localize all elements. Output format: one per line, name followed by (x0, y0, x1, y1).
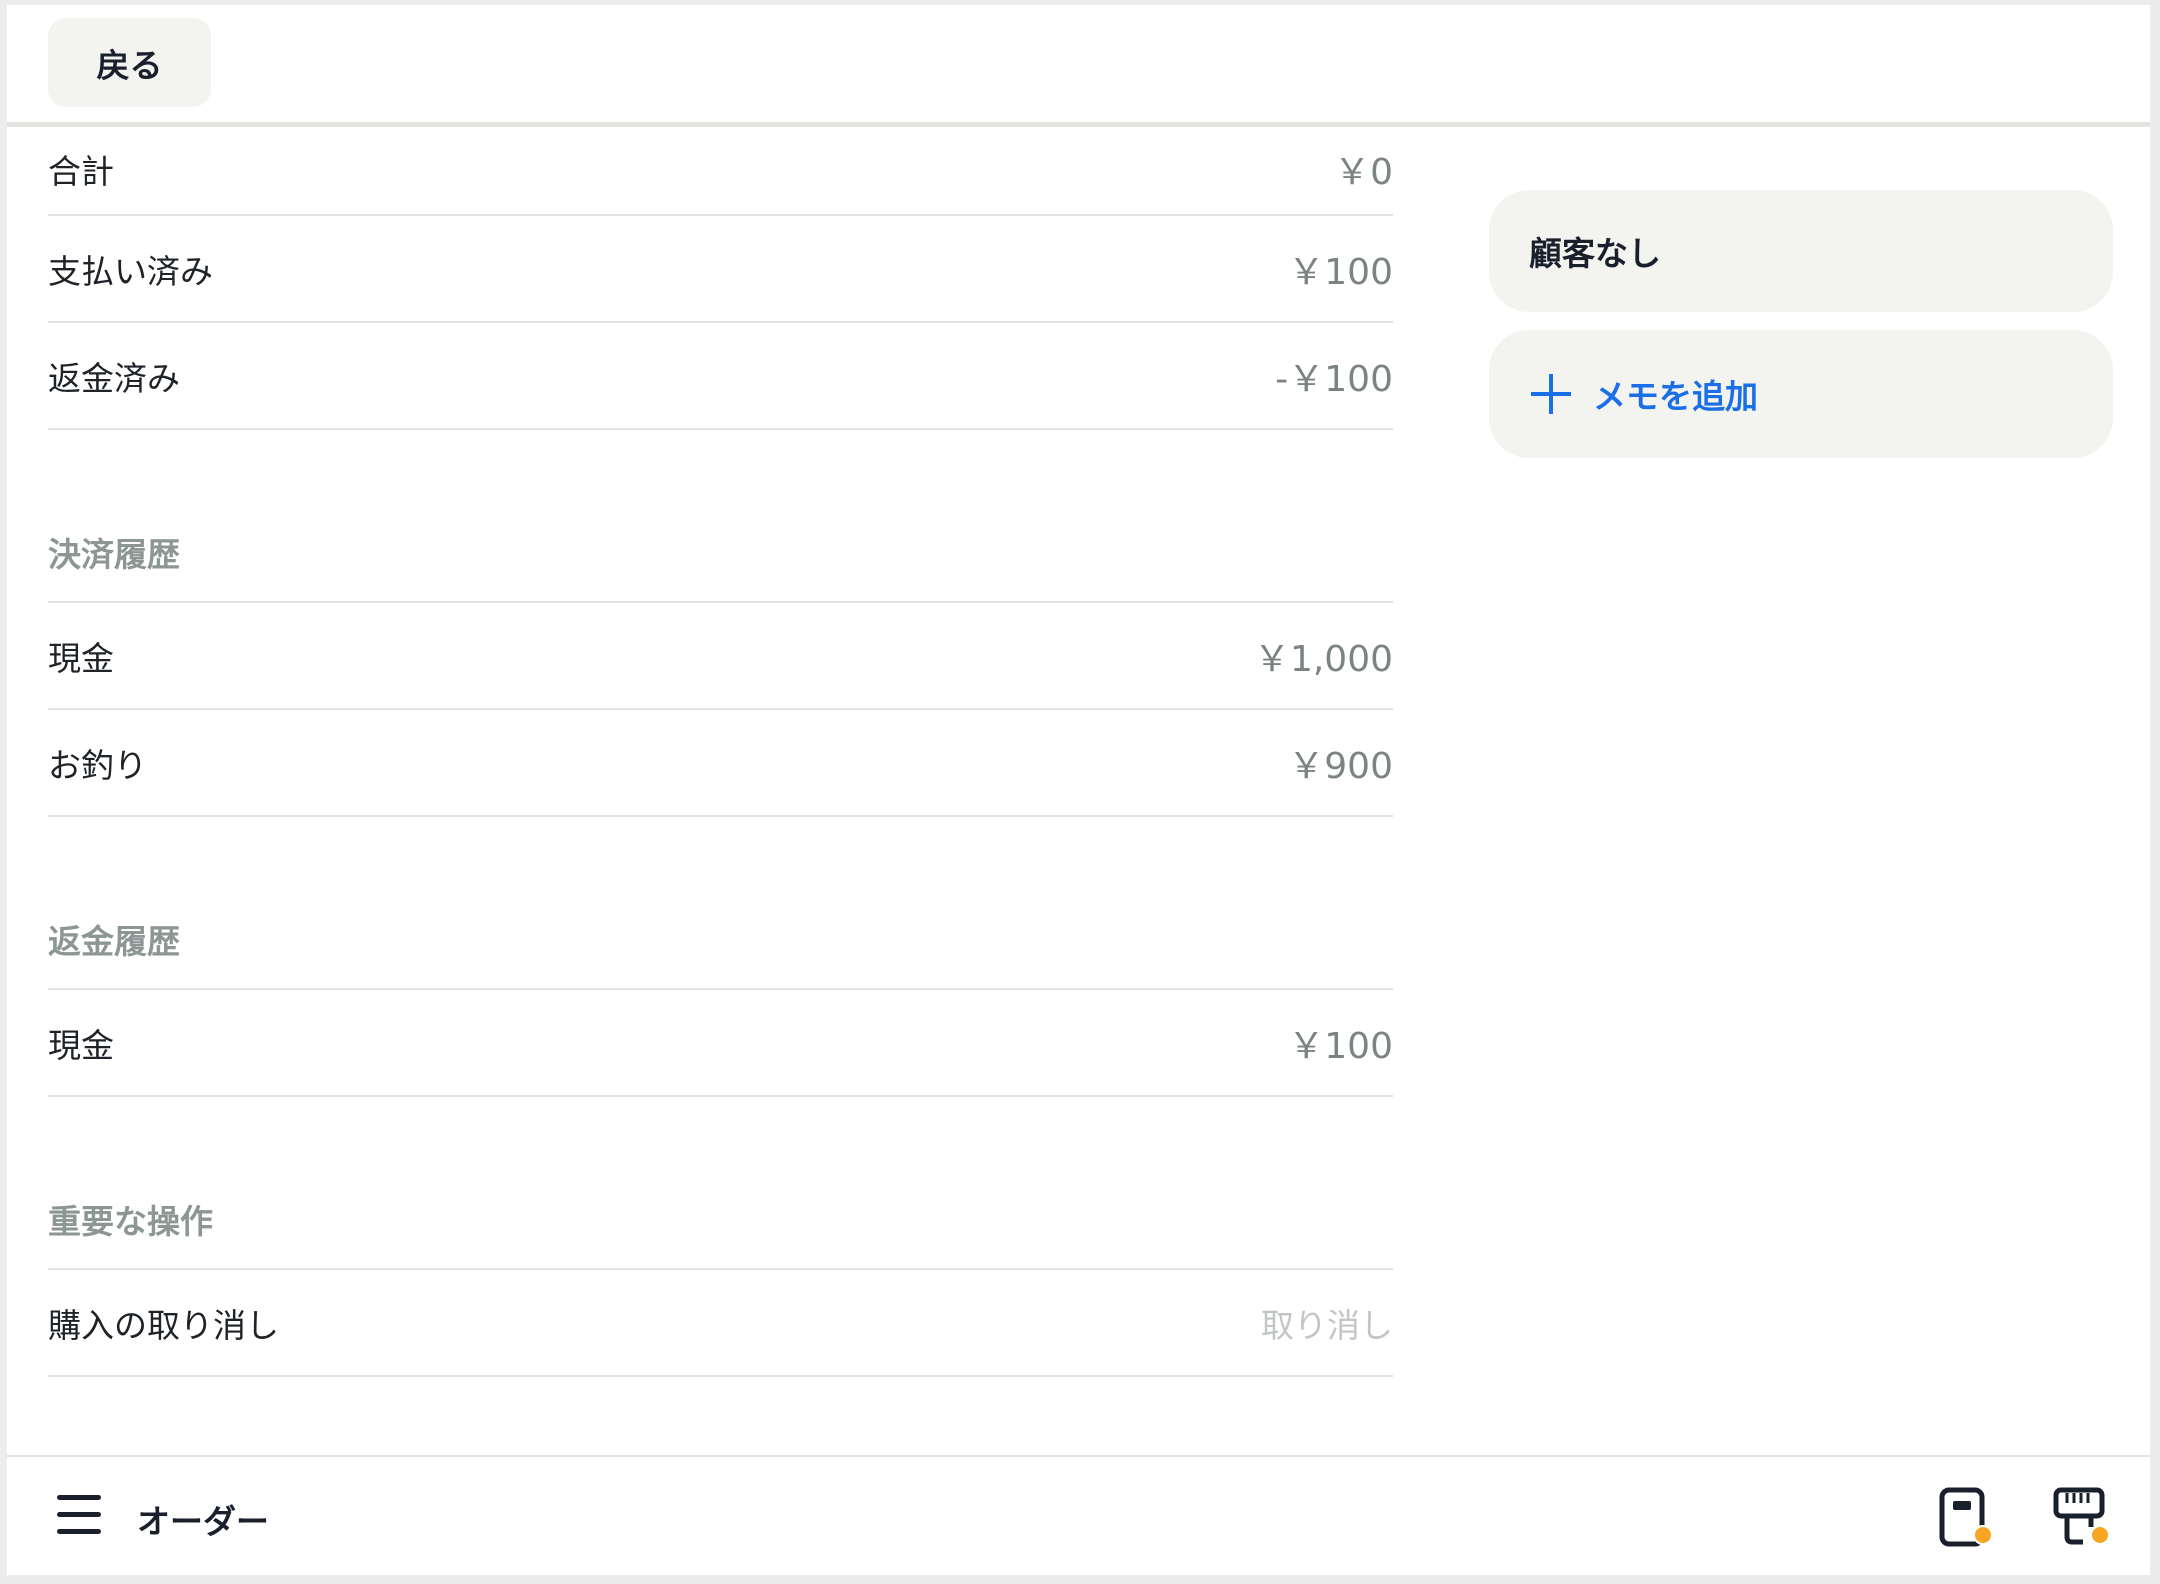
row-label: 合計 (48, 151, 114, 191)
row-label: 購入の取り消し (48, 1305, 279, 1345)
row-label: 現金 (48, 638, 114, 678)
row-value: ￥900 (1288, 745, 1393, 787)
summary-row-refunded: 返金済み -￥100 (48, 323, 1393, 430)
summary-row-paid: 支払い済み ￥100 (48, 216, 1393, 323)
section-header-critical-actions: 重要な操作 (48, 1097, 1393, 1270)
add-memo-button[interactable]: メモを追加 (1489, 330, 2113, 458)
cancel-purchase-row: 購入の取り消し 取り消し (48, 1270, 1393, 1377)
add-memo-label: メモを追加 (1593, 377, 1758, 416)
cancel-purchase-button[interactable]: 取り消し (1261, 1299, 1393, 1347)
payment-row-change: お釣り ￥900 (48, 710, 1393, 817)
section-title: 決済履歴 (48, 535, 180, 574)
row-label: 現金 (48, 1025, 114, 1065)
summary-row-total: 合計 ￥0 (48, 127, 1393, 216)
row-value: ￥0 (1334, 151, 1393, 193)
menu-icon[interactable] (57, 1495, 101, 1535)
status-badge (1973, 1525, 1993, 1545)
row-value: ￥100 (1288, 251, 1393, 293)
footer-bar: オーダー (7, 1455, 2150, 1575)
row-label: お釣り (48, 745, 147, 785)
row-value: -￥100 (1275, 358, 1393, 400)
order-detail-list: 合計 ￥0 支払い済み ￥100 返金済み -￥100 決済履歴 現金 ￥1,0… (48, 127, 1393, 1377)
customer-card[interactable]: 顧客なし (1489, 190, 2113, 312)
row-label: 支払い済み (48, 251, 213, 291)
order-detail-screen: 戻る 合計 ￥0 支払い済み ￥100 返金済み -￥100 決済履歴 現金 ￥… (7, 5, 2150, 1575)
plus-icon (1531, 374, 1571, 414)
section-header-payment-history: 決済履歴 (48, 430, 1393, 603)
section-title: 返金履歴 (48, 922, 180, 961)
status-badge (2090, 1525, 2110, 1545)
row-value: ￥100 (1288, 1025, 1393, 1067)
footer-title: オーダー (137, 1502, 269, 1541)
row-value: ￥1,000 (1253, 638, 1393, 680)
refund-row-cash: 現金 ￥100 (48, 990, 1393, 1097)
section-title: 重要な操作 (48, 1202, 213, 1241)
back-button[interactable]: 戻る (48, 18, 211, 107)
receipt-printer-icon[interactable] (2053, 1487, 2113, 1549)
row-label: 返金済み (48, 358, 180, 398)
header: 戻る (7, 5, 2150, 127)
card-terminal-icon[interactable] (1937, 1487, 1997, 1549)
section-header-refund-history: 返金履歴 (48, 817, 1393, 990)
customer-label: 顧客なし (1529, 234, 1661, 273)
payment-row-cash: 現金 ￥1,000 (48, 603, 1393, 710)
